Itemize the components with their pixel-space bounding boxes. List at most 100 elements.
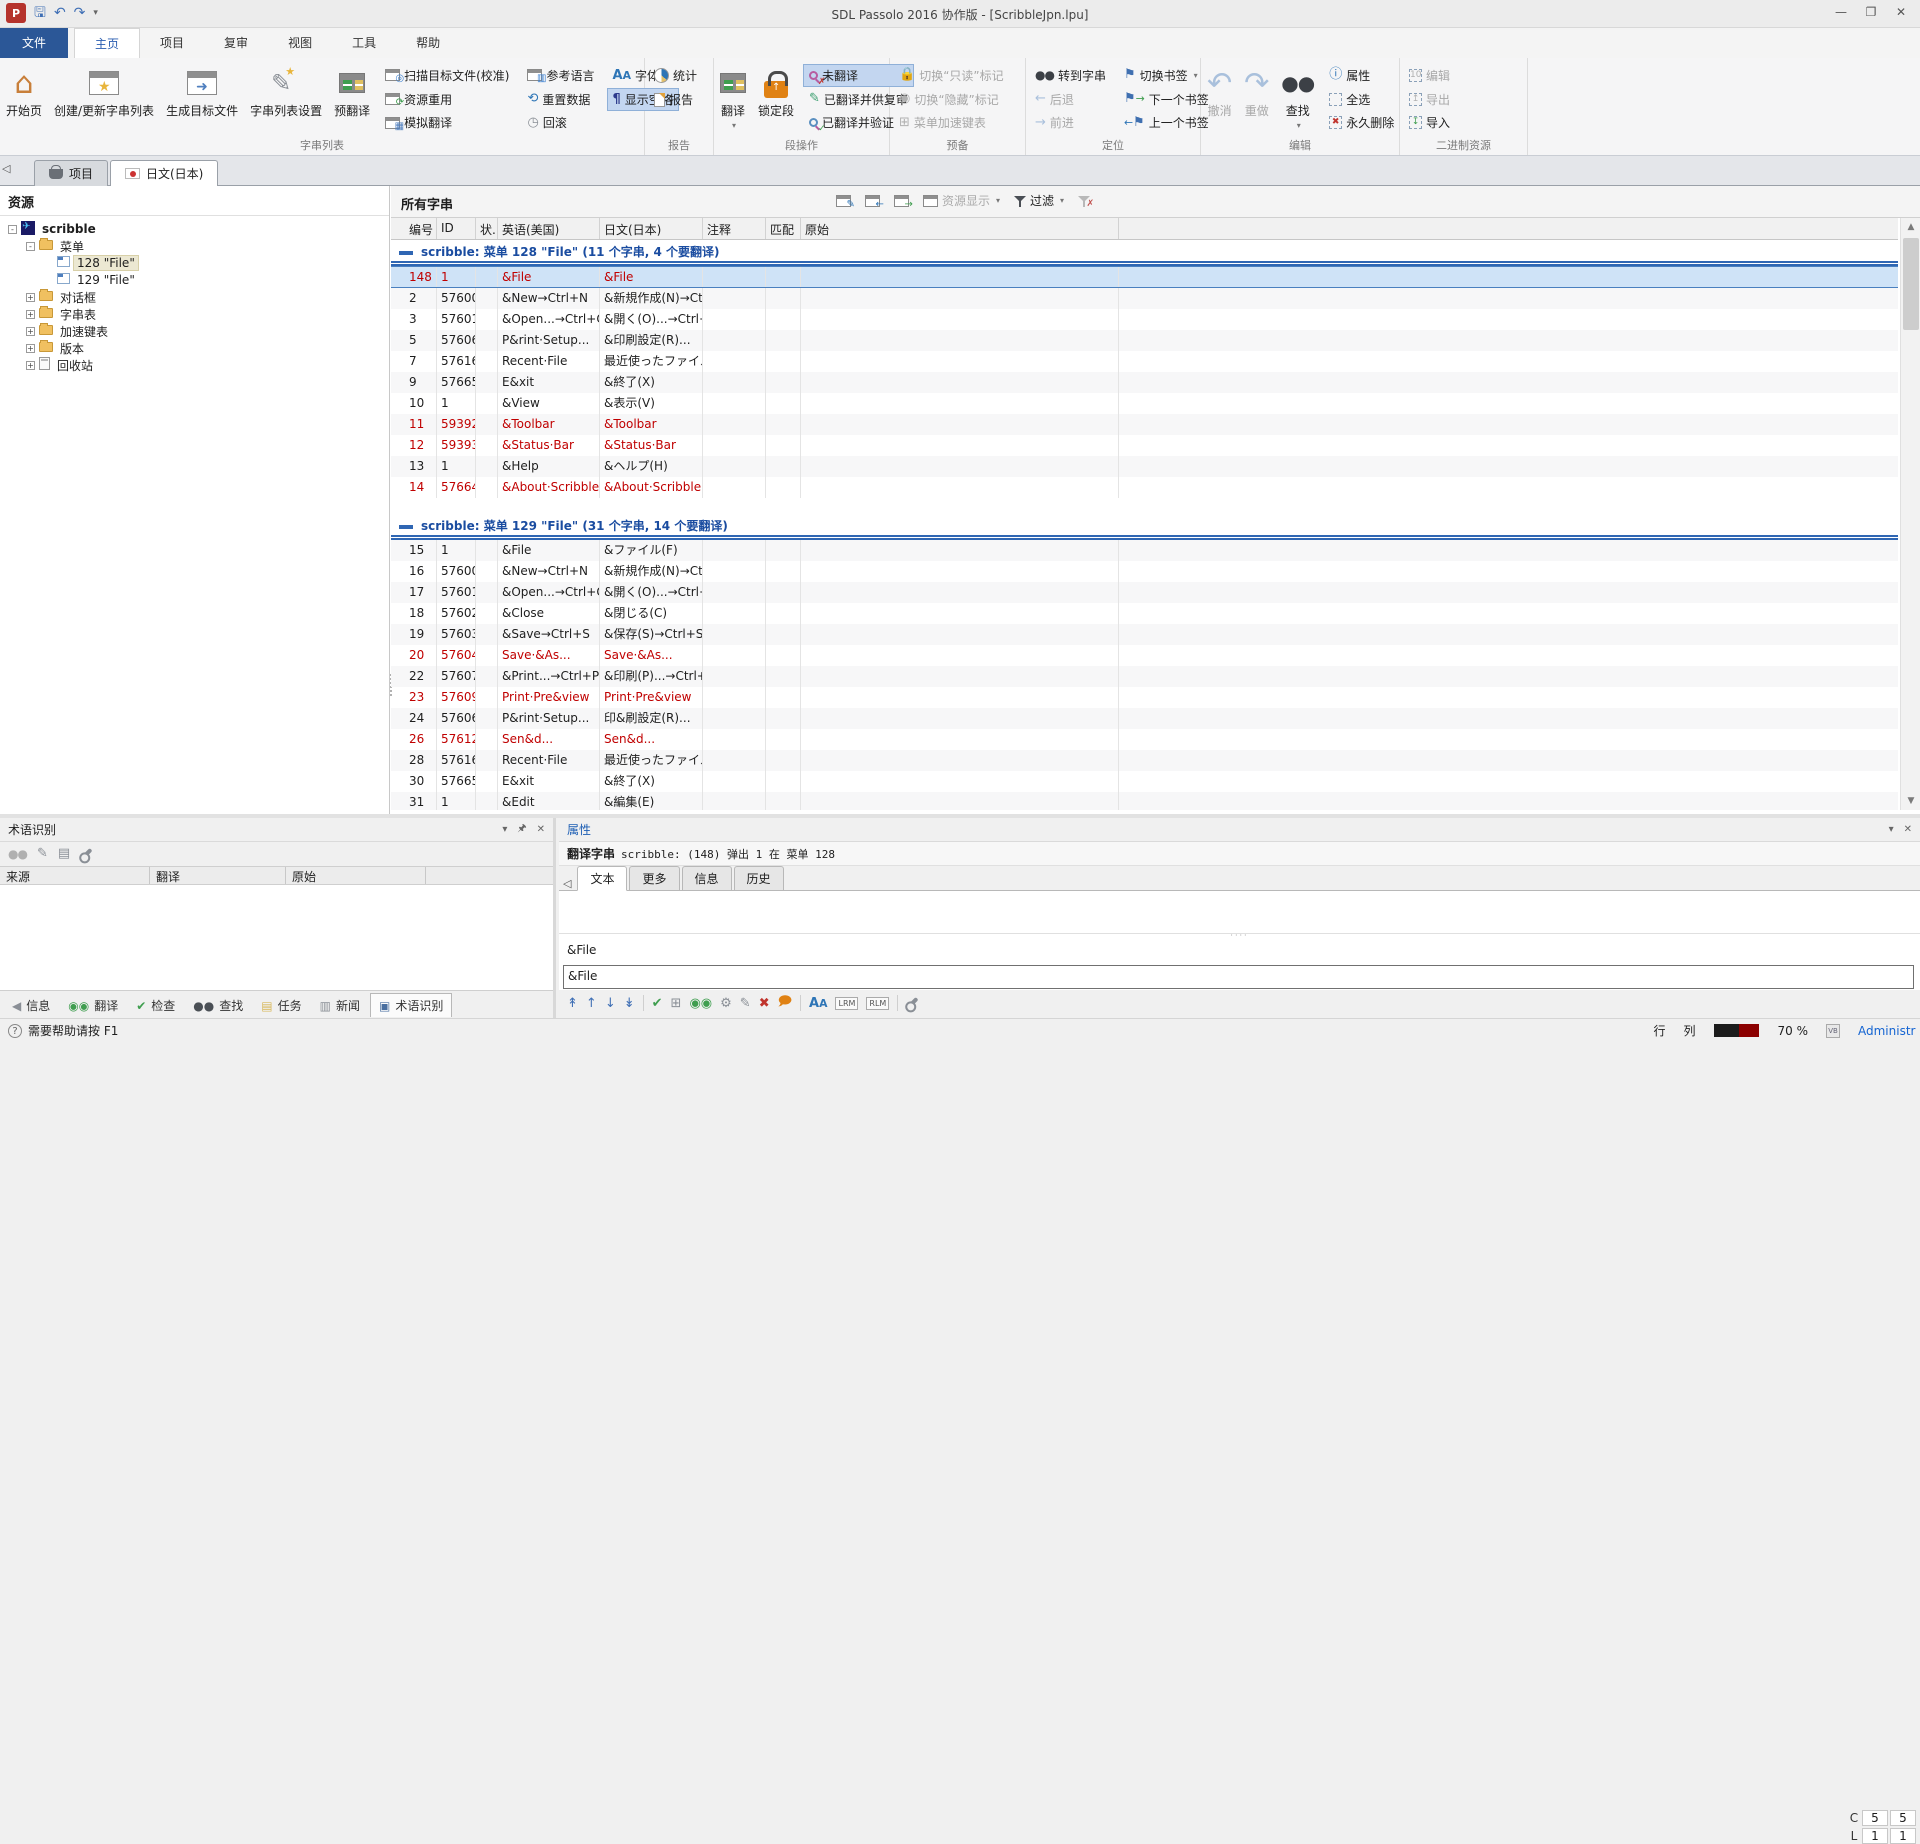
back-button[interactable]: ← 后退 xyxy=(1030,89,1111,110)
edit-string-button[interactable]: ✎ xyxy=(836,195,851,207)
tree-item[interactable]: 128 "File" xyxy=(2,255,387,271)
toggle-readonly-button[interactable]: 🔒 切换“只读”标记 xyxy=(894,65,1009,86)
col-english[interactable]: 英语(美国) xyxy=(498,218,600,239)
table-row[interactable]: 2057604Save·&As...Save·&As... xyxy=(391,645,1898,666)
forward-button[interactable]: → 前进 xyxy=(1030,112,1111,133)
tree-expander-icon[interactable]: + xyxy=(26,327,35,336)
col-state[interactable]: 状.. xyxy=(476,218,498,239)
tree-item[interactable]: +对话框 xyxy=(2,289,387,305)
term-col-original[interactable]: 原始 xyxy=(286,867,426,884)
tree-item[interactable]: -菜单 xyxy=(2,238,387,254)
pretranslate-button[interactable]: 预翻译 xyxy=(328,61,376,137)
table-row[interactable]: 1457664&About·Scribble...&About·Scribble… xyxy=(391,477,1898,498)
binary-export-button[interactable]: ↥ 导出 xyxy=(1404,89,1455,110)
undo-button[interactable]: ↶ 撤消 xyxy=(1201,61,1238,137)
table-row[interactable]: 1159392&Toolbar&Toolbar xyxy=(391,414,1898,435)
table-row[interactable]: 3057665E&xit&終了(X) xyxy=(391,771,1898,792)
table-row[interactable]: 2857616Recent·File最近使ったファイル xyxy=(391,750,1898,771)
props-menu-icon[interactable]: ▾ xyxy=(1889,824,1894,835)
table-row[interactable]: 957665E&xit&終了(X) xyxy=(391,372,1898,393)
open-dialog-icon[interactable]: ⊞ xyxy=(671,996,682,1011)
table-row[interactable]: 1957603&Save→Ctrl+S&保存(S)→Ctrl+S xyxy=(391,624,1898,645)
tree-item[interactable]: 129 "File" xyxy=(2,272,387,288)
move-first-icon[interactable]: ↟ xyxy=(567,996,578,1011)
statistics-button[interactable]: 统计 xyxy=(649,65,702,86)
bottom-tab-翻译[interactable]: ◉◉翻译 xyxy=(60,994,126,1017)
tree-item[interactable]: -scribble xyxy=(2,221,387,237)
wand-icon[interactable]: ✎ xyxy=(740,996,751,1011)
term-table-body[interactable] xyxy=(0,885,553,991)
bottom-tab-新闻[interactable]: ▥新闻 xyxy=(312,994,368,1017)
term-wand-icon[interactable]: ✎ xyxy=(37,847,48,861)
move-up-icon[interactable]: ↑ xyxy=(586,996,597,1011)
tree-expander-icon[interactable]: - xyxy=(8,225,17,234)
col-number[interactable]: 编号 xyxy=(405,218,437,239)
scroll-up-icon[interactable]: ▲ xyxy=(1901,218,1920,236)
tree-item[interactable]: +加速键表 xyxy=(2,323,387,339)
tab-view[interactable]: 视图 xyxy=(268,28,332,58)
reset-data-button[interactable]: ⟲ 重置数据 xyxy=(522,89,599,110)
next-string-button[interactable]: → xyxy=(894,195,909,207)
table-row[interactable]: 1259393&Status·Bar&Status·Bar xyxy=(391,435,1898,456)
props-close-icon[interactable]: ✕ xyxy=(1904,824,1912,835)
generate-target-file-button[interactable]: ➜ 生成目标文件 xyxy=(160,61,244,137)
target-text-editor[interactable]: &File xyxy=(563,965,1914,989)
tab-japanese-stringlist[interactable]: 日文(日本) xyxy=(110,160,218,186)
close-panel-icon[interactable]: ✕ xyxy=(537,824,545,835)
tree-expander-icon[interactable]: + xyxy=(26,293,35,302)
tree-expander-icon[interactable]: + xyxy=(26,344,35,353)
rollback-button[interactable]: ◷ 回滚 xyxy=(522,112,599,133)
translate-button[interactable]: 翻译▾ xyxy=(714,61,752,137)
tab-help[interactable]: 帮助 xyxy=(396,28,460,58)
table-row[interactable]: 557606P&rint·Setup...&印刷設定(R)... xyxy=(391,330,1898,351)
previous-string-button[interactable]: ← xyxy=(865,195,880,207)
tree-item[interactable]: +字串表 xyxy=(2,306,387,322)
tree-item[interactable]: +版本 xyxy=(2,340,387,356)
table-row[interactable]: 2357609Print·Pre&viewPrint·Pre&view xyxy=(391,687,1898,708)
tab-info[interactable]: 信息 xyxy=(682,866,732,890)
table-row[interactable]: 2257607&Print...→Ctrl+P&印刷(P)...→Ctrl+P xyxy=(391,666,1898,687)
table-row[interactable]: 257600&New→Ctrl+N&新規作成(N)→Ctrl+N xyxy=(391,288,1898,309)
next-bookmark-button[interactable]: ⚑→ 下一个书签 xyxy=(1119,89,1214,110)
tab-tools[interactable]: 工具 xyxy=(332,28,396,58)
col-japanese[interactable]: 日文(日本) xyxy=(600,218,703,239)
binary-edit-button[interactable]: 10 编辑 xyxy=(1404,65,1455,86)
find-button[interactable]: ●● 查找▾ xyxy=(1275,61,1320,137)
editor-settings-wrench-icon[interactable] xyxy=(907,997,919,1009)
start-page-button[interactable]: ⌂ 开始页 xyxy=(0,61,48,137)
col-original[interactable]: 原始 xyxy=(801,218,1119,239)
reject-icon[interactable]: ✖ xyxy=(759,996,770,1011)
goto-string-button[interactable]: ●● 转到字串 xyxy=(1030,65,1111,86)
table-row[interactable]: 357601&Open...→Ctrl+O&開く(O)...→Ctrl+O xyxy=(391,309,1898,330)
delete-permanently-button[interactable]: ✖ 永久删除 xyxy=(1324,112,1399,133)
prev-bookmark-button[interactable]: ←⚑ 上一个书签 xyxy=(1119,112,1214,133)
term-search-icon[interactable]: ●● xyxy=(8,848,27,860)
table-row[interactable]: 1481&File&File xyxy=(391,266,1898,288)
group-header[interactable]: scribble: 菜单 128 "File" (11 个字串, 4 个要翻译) xyxy=(391,240,1898,266)
vertical-scrollbar[interactable]: ▲ ▼ xyxy=(1900,218,1920,810)
confirm-translation-icon[interactable]: ✔ xyxy=(652,996,663,1011)
term-col-source[interactable]: 来源 xyxy=(0,867,150,884)
clear-filter-button[interactable]: ✗ xyxy=(1078,195,1090,207)
lock-segment-button[interactable]: 锁定段 xyxy=(752,61,800,137)
col-id[interactable]: ID xyxy=(437,218,476,239)
tab-home[interactable]: 主页 xyxy=(74,28,140,58)
comment-icon[interactable]: 🗩 xyxy=(778,992,792,1014)
bottom-tab-任务[interactable]: ▤任务 xyxy=(253,994,309,1017)
tree-expander-icon[interactable]: + xyxy=(26,361,35,370)
tab-more[interactable]: 更多 xyxy=(629,866,679,890)
move-down-icon[interactable]: ↓ xyxy=(605,996,616,1011)
table-row[interactable]: 2457606P&rint·Setup...印&刷設定(R)... xyxy=(391,708,1898,729)
tab-scroll-left-icon[interactable]: ◁ xyxy=(2,162,10,175)
table-row[interactable]: 131&Help&ヘルプ(H) xyxy=(391,456,1898,477)
redo-button[interactable]: ↷ 重做 xyxy=(1238,61,1275,137)
table-row[interactable]: 151&File&ファイル(F) xyxy=(391,540,1898,561)
table-row[interactable]: 2657612Sen&d...Sen&d... xyxy=(391,729,1898,750)
create-update-stringlist-button[interactable]: ★ 创建/更新字串列表 xyxy=(48,61,160,137)
reference-language-button[interactable]: ▥ 参考语言 xyxy=(522,65,599,86)
properties-button[interactable]: ⓘ 属性 xyxy=(1324,65,1399,86)
scan-target-button[interactable]: ◎ 扫描目标文件(校准) xyxy=(380,65,514,86)
scroll-down-icon[interactable]: ▼ xyxy=(1901,792,1920,810)
stringlist-settings-button[interactable]: ✎★ 字串列表设置 xyxy=(244,61,328,137)
tab-project[interactable]: 项目 xyxy=(140,28,204,58)
